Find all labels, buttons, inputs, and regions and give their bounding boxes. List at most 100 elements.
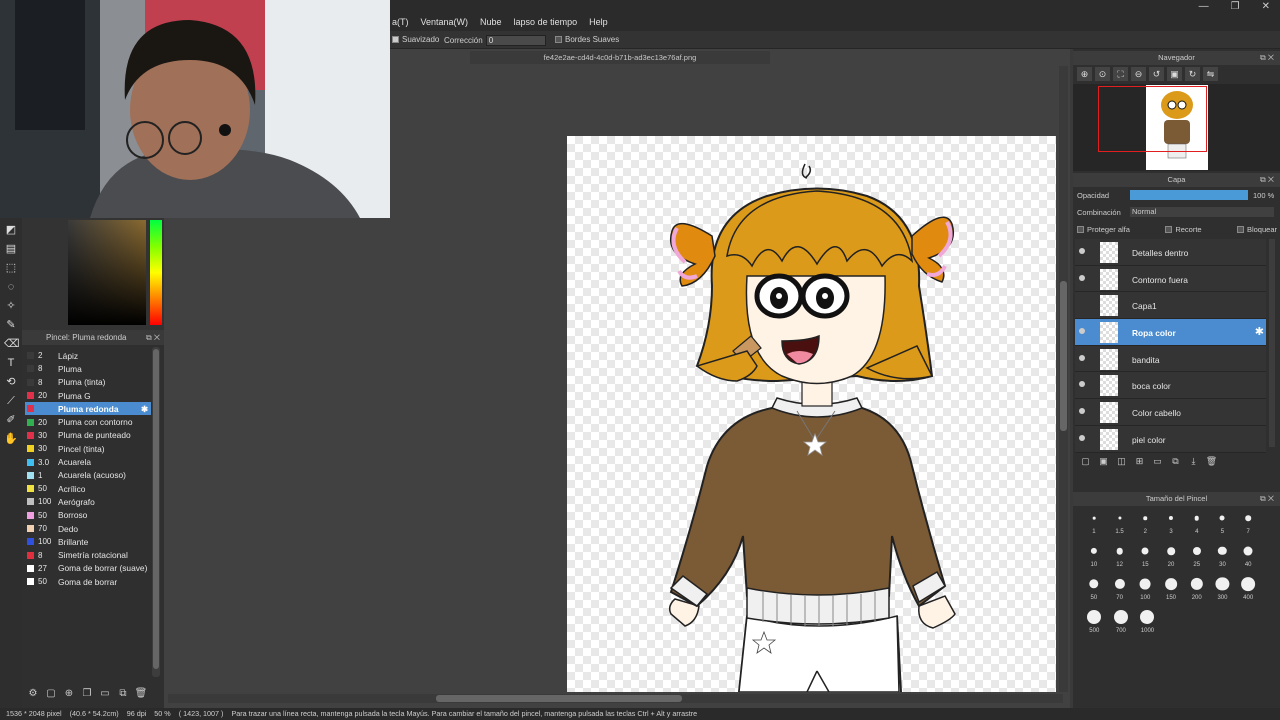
visibility-eye-icon[interactable] (1079, 434, 1085, 441)
new-brush-icon[interactable]: ▢ (44, 688, 58, 702)
new-layer-8bit-icon[interactable]: ▣ (1097, 456, 1110, 469)
select-rect-icon[interactable]: ⬚ (4, 261, 18, 275)
layer-close-icon[interactable]: ⧉ ✕ (1260, 173, 1274, 187)
brush-size-close-icon[interactable]: ⧉ ✕ (1260, 492, 1274, 506)
layer-row[interactable]: Capa1 (1075, 292, 1266, 320)
smoothing-option[interactable]: Suavizado (392, 35, 439, 44)
menu-item-tool[interactable]: a(T) (392, 17, 409, 27)
restore-button[interactable]: ❐ (1231, 1, 1240, 12)
rotate-right-icon[interactable]: ↻ (1185, 67, 1200, 81)
soft-edges-option[interactable]: Bordes Suaves (555, 35, 619, 44)
brush-size-option[interactable]: 30 (1210, 539, 1236, 572)
brush-item[interactable]: 2 Lápiz (25, 349, 151, 362)
brush-size-option[interactable]: 200 (1184, 572, 1210, 605)
reset-view-icon[interactable]: ▣ (1167, 67, 1182, 81)
folder-icon[interactable]: ▭ (98, 688, 112, 702)
brush-item[interactable]: 1 Acuarela (acuoso) (25, 469, 151, 482)
brush-size-option[interactable]: 40 (1235, 539, 1261, 572)
saturation-value-picker[interactable] (68, 220, 146, 325)
brush-size-option[interactable]: 100 (1132, 572, 1158, 605)
new-layer-icon[interactable]: ▢ (1079, 456, 1092, 469)
brush-item[interactable]: 70 Dedo (25, 522, 151, 535)
clipping-checkbox[interactable] (1165, 226, 1173, 233)
brush-size-option[interactable]: 12 (1107, 539, 1133, 572)
merge-down-icon[interactable]: ⤓ (1187, 456, 1200, 469)
brush-size-option[interactable]: 500 (1081, 605, 1108, 638)
soft-edges-checkbox[interactable] (555, 36, 562, 43)
layer-row[interactable]: Color cabello (1075, 399, 1266, 426)
brush-size-option[interactable]: 300 (1210, 572, 1236, 605)
brush-item[interactable]: 50 Acrílico (25, 482, 151, 495)
visibility-eye-icon[interactable] (1079, 354, 1085, 361)
add-brush-icon[interactable]: ⊕ (62, 688, 76, 702)
text-tool-icon[interactable]: T (4, 356, 18, 370)
brush-item[interactable]: 3.0 Acuarela (25, 455, 151, 468)
brush-item[interactable]: Pluma redonda ✱ (25, 402, 151, 416)
brush-item[interactable]: 50 Goma de borrar (25, 575, 151, 588)
operation-tool-icon[interactable]: ⟲ (4, 375, 18, 389)
opacity-slider[interactable] (1130, 190, 1248, 200)
brush-size-option[interactable]: 400 (1235, 572, 1261, 605)
rotate-left-icon[interactable]: ↺ (1149, 67, 1164, 81)
brush-size-option[interactable]: 50 (1081, 572, 1107, 605)
brush-settings-icon[interactable]: ⚙ (26, 688, 40, 702)
brush-item[interactable]: 30 Pincel (tinta) (25, 442, 151, 455)
canvas-horizontal-thumb[interactable] (436, 695, 682, 702)
blend-mode-select[interactable]: Normal (1130, 207, 1274, 217)
lasso-icon[interactable]: ◌ (4, 280, 18, 294)
eyedropper-icon[interactable]: ✐ (4, 413, 18, 427)
canvas-vertical-scrollbar[interactable] (1059, 66, 1068, 692)
brush-item[interactable]: 100 Aerógrafo (25, 495, 151, 508)
new-layer-1bit-icon[interactable]: ◫ (1115, 456, 1128, 469)
navigator-preview[interactable] (1073, 84, 1280, 171)
brush-size-option[interactable]: 7 (1235, 506, 1261, 539)
bucket-tool-icon[interactable]: ◩ (4, 223, 18, 237)
document-tab[interactable]: fe42e2ae-cd4d-4c0d-b71b-ad3ec13e76af.png (470, 51, 770, 64)
layer-settings-gear-icon[interactable]: ✱ (1255, 325, 1264, 338)
visibility-eye-icon[interactable] (1079, 408, 1085, 415)
close-button[interactable]: ✕ (1262, 1, 1270, 12)
brush-size-option[interactable]: 25 (1184, 539, 1210, 572)
hand-tool-icon[interactable]: ✋ (4, 432, 18, 446)
canvas-vertical-thumb[interactable] (1060, 281, 1067, 431)
lock-option[interactable]: Bloquear (1236, 225, 1277, 234)
brush-size-option[interactable]: 70 (1107, 572, 1133, 605)
brush-size-option[interactable]: 1.5 (1107, 506, 1133, 539)
brush-item[interactable]: 8 Pluma (tinta) (25, 376, 151, 389)
copy-brush-icon[interactable]: ❐ (80, 688, 94, 702)
brush-size-option[interactable]: 4 (1184, 506, 1210, 539)
brush-size-option[interactable]: 1 (1081, 506, 1107, 539)
visibility-eye-icon[interactable] (1079, 248, 1085, 254)
brush-size-option[interactable]: 20 (1158, 539, 1184, 572)
layer-row[interactable]: Ropa color ✱ (1075, 319, 1266, 346)
brush-settings-gear-icon[interactable]: ✱ (141, 404, 148, 414)
menu-item-window[interactable]: Ventana(W) (421, 17, 469, 27)
new-folder-icon[interactable]: ▭ (1151, 456, 1164, 469)
flip-icon[interactable]: ⇋ (1203, 67, 1218, 81)
brush-size-option[interactable]: 700 (1108, 605, 1135, 638)
brush-item[interactable]: 100 Brillante (25, 535, 151, 548)
visibility-eye-icon[interactable] (1079, 274, 1085, 281)
menu-item-help[interactable]: Help (589, 17, 608, 27)
brush-size-option[interactable]: 2 (1132, 506, 1158, 539)
brush-item[interactable]: 8 Simetría rotacional (25, 548, 151, 561)
brush-size-option[interactable]: 1000 (1134, 605, 1161, 638)
navigator-close-icon[interactable]: ⧉ ✕ (1260, 51, 1274, 65)
layer-row[interactable]: boca color (1075, 372, 1266, 400)
fit-window-icon[interactable]: ⛶ (1113, 67, 1128, 81)
duplicate-icon[interactable]: ⧉ (116, 688, 130, 702)
brush-list-scrollbar[interactable] (152, 347, 160, 677)
protect-alpha-option[interactable]: Proteger alfa (1077, 225, 1130, 234)
canvas-horizontal-scrollbar[interactable] (168, 694, 1063, 703)
correction-select[interactable]: 0 (485, 35, 546, 46)
brush-item[interactable]: 27 Goma de borrar (suave) (25, 562, 151, 575)
duplicate-layer-icon[interactable]: ⧉ (1169, 456, 1182, 469)
magic-wand-icon[interactable]: ✧ (4, 299, 18, 313)
brush-size-option[interactable]: 10 (1081, 539, 1107, 572)
visibility-eye-icon[interactable] (1079, 381, 1085, 388)
menu-item-cloud[interactable]: Nube (480, 17, 502, 27)
brush-item[interactable]: 8 Pluma (25, 362, 151, 375)
minimize-button[interactable]: — (1199, 1, 1209, 12)
select-pen-icon[interactable]: ✎ (4, 318, 18, 332)
menu-item-timelapse[interactable]: lapso de tiempo (514, 17, 578, 27)
